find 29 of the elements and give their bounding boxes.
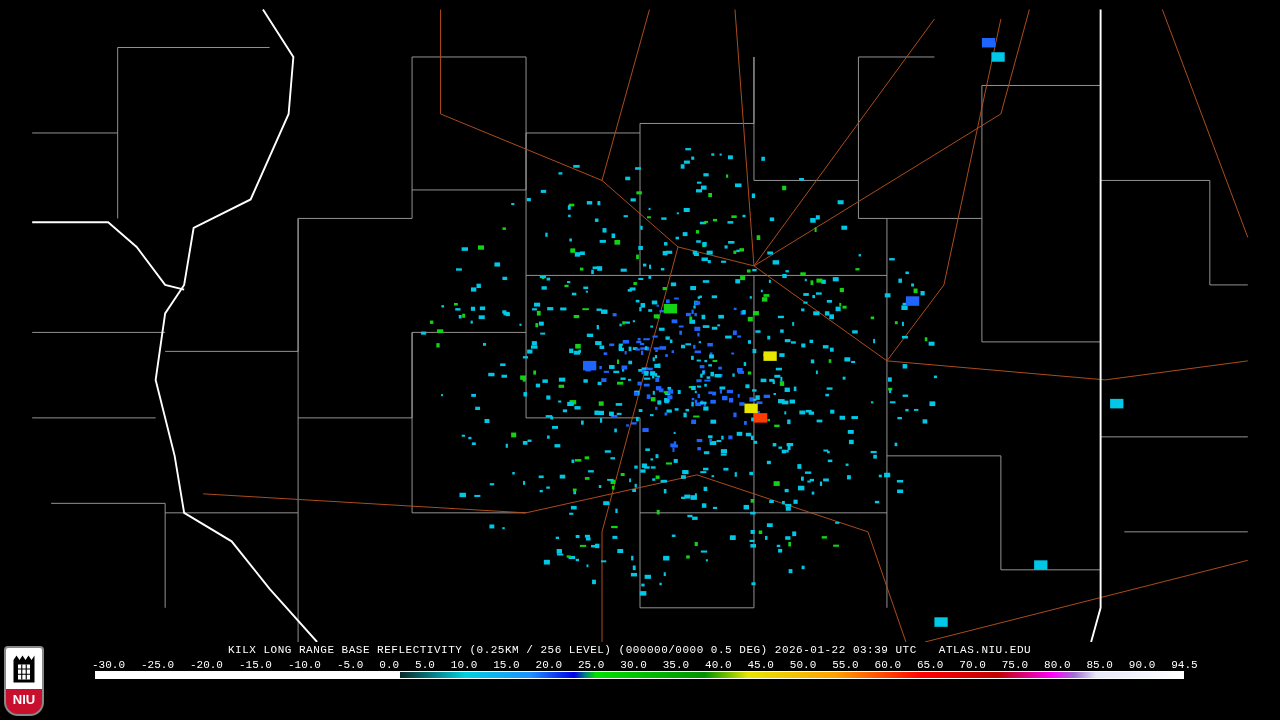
scale-label: -20.0 [189, 660, 223, 671]
scale-label: 55.0 [832, 660, 859, 671]
scale-label: -25.0 [141, 660, 174, 671]
site-caption: ATLAS.NIU.EDU [938, 644, 1032, 656]
scale-label: 50.0 [789, 660, 817, 671]
scale-label: -5.0 [336, 660, 364, 671]
scale-label: 70.0 [959, 660, 986, 671]
scale-label: 40.0 [705, 660, 732, 671]
scale-label: 5.0 [415, 660, 435, 671]
scale-label: -15.0 [238, 660, 272, 671]
scale-label: 35.0 [662, 660, 690, 671]
scale-label: 20.0 [535, 660, 562, 671]
product-caption: KILX LONG RANGE BASE REFLECTIVITY (0.25KM / 256 LEVEL) (000000/0000 0.5 DEG) 2026-01-22 03:39 UTC [228, 644, 917, 656]
scale-label: 85.0 [1086, 660, 1113, 671]
scale-label: 10.0 [450, 660, 478, 671]
scale-label: 0.0 [379, 660, 400, 671]
scale-label: 15.0 [493, 660, 520, 671]
scale-label: 75.0 [1001, 660, 1029, 671]
scale-label: 60.0 [874, 660, 901, 671]
scale-label: 25.0 [578, 660, 605, 671]
scale-label: 94.5 [1171, 660, 1198, 671]
scale-label: -10.0 [287, 660, 321, 671]
scale-label: 30.0 [620, 660, 647, 671]
scale-label: -30.0 [92, 660, 125, 671]
scale-label: 65.0 [917, 660, 944, 671]
scale-label: 80.0 [1044, 660, 1071, 671]
logo-text: NIU [12, 692, 36, 707]
scale-label: 90.0 [1128, 660, 1156, 671]
scale-label: 45.0 [747, 660, 774, 671]
